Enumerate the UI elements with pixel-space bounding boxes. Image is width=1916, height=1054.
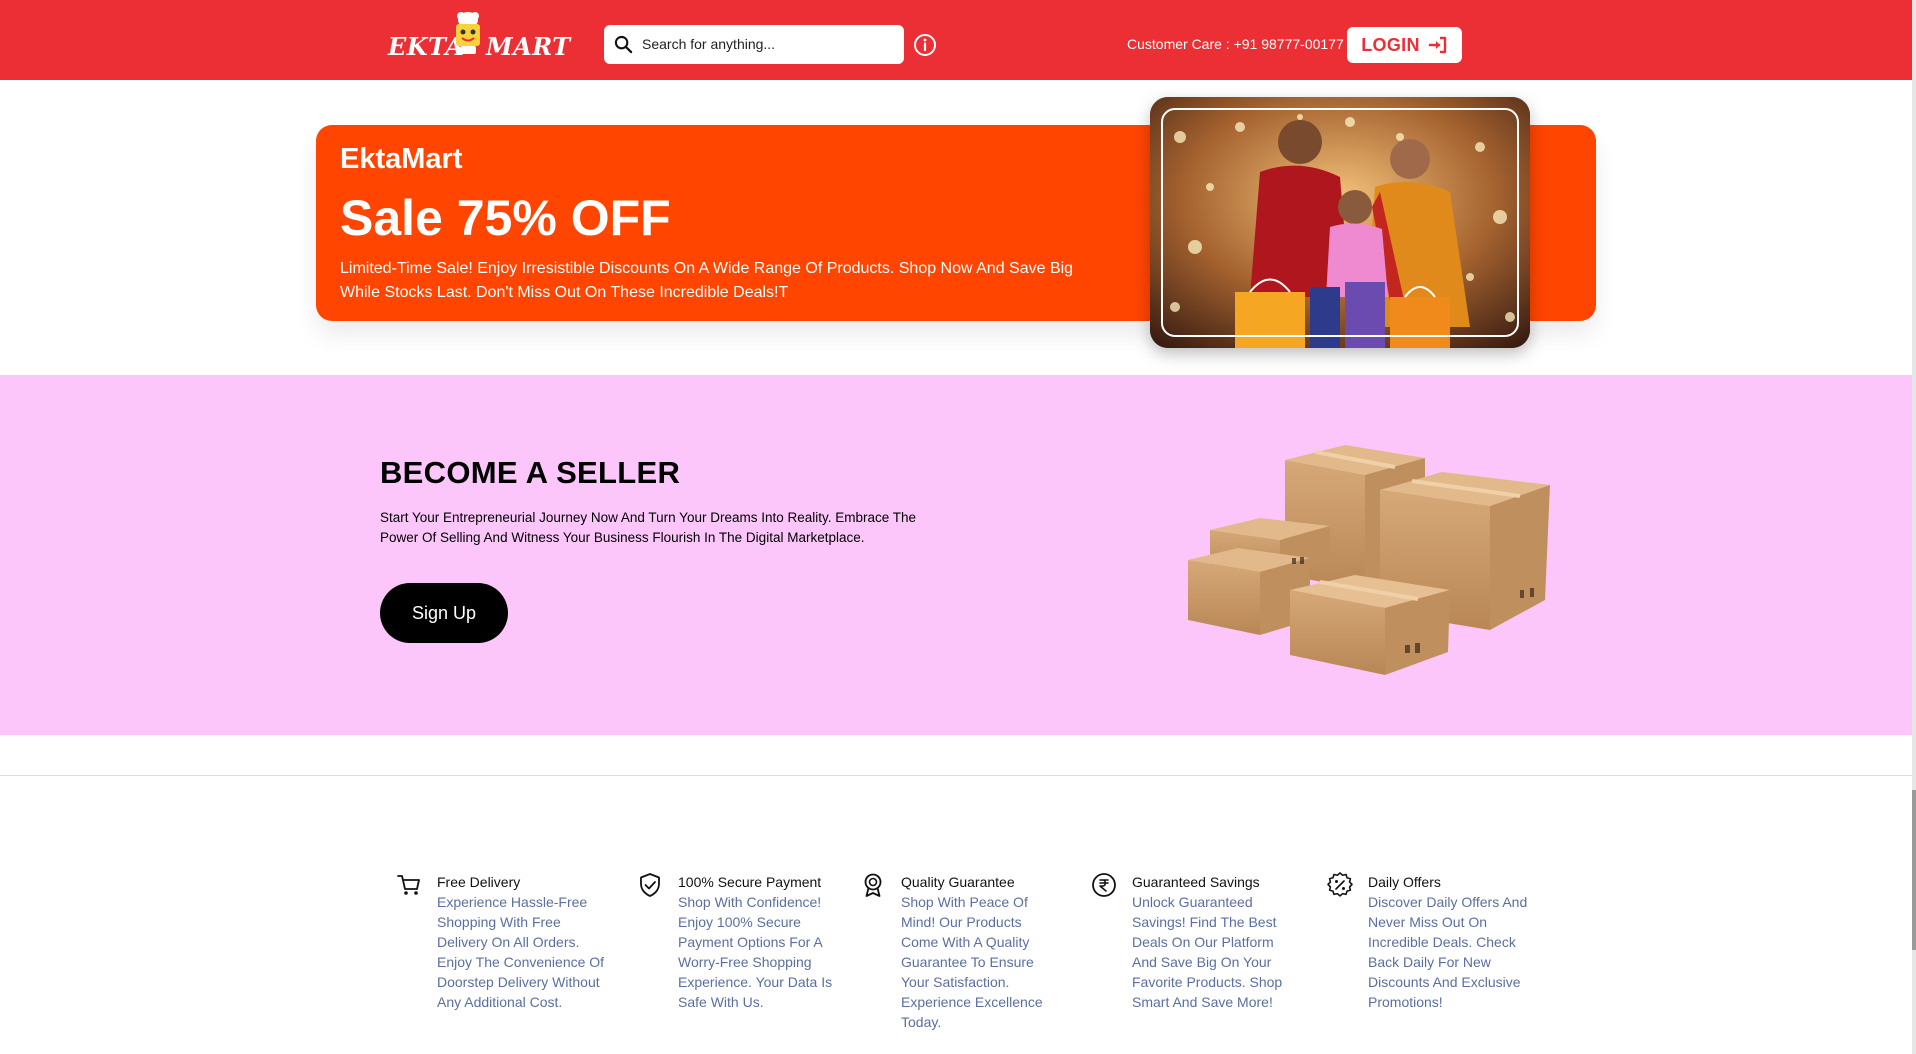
award-badge-icon [864,873,882,897]
feature-description: Discover Daily Offers And Never Miss Out… [1368,894,1528,1010]
feature-title: Guaranteed Savings [1132,874,1260,890]
search-icon [614,35,633,54]
cardboard-boxes-illustration [1188,445,1550,675]
feature-title: Quality Guarantee [901,874,1015,890]
page: EKTA MART Custom [0,0,1916,1054]
search-bar[interactable] [604,25,904,64]
cart-icon [397,875,420,895]
logo-text-right: MART [486,32,571,61]
sign-in-icon [1428,36,1446,54]
discount-icon [1327,872,1353,897]
page-scrollbar[interactable] [1912,0,1916,1054]
seller-description: Start Your Entrepreneurial Journey Now A… [380,510,917,545]
feature-description: Shop With Peace Of Mind! Our Products Co… [901,894,1043,1030]
sign-up-button[interactable]: Sign Up [380,583,508,643]
login-label: LOGIN [1361,34,1420,55]
info-icon[interactable] [913,33,937,57]
feature-title: Daily Offers [1368,874,1441,890]
login-button[interactable]: LOGIN [1347,27,1462,63]
banner-brand: EktaMart [340,143,463,175]
shield-check-icon [640,873,660,897]
logo-mascot-icon [456,12,480,54]
top-header: EKTA MART Custom [0,0,1912,80]
banner-photo-frame [1161,108,1519,337]
seller-title: BECOME A SELLER [380,455,681,490]
customer-care-text: Customer Care : +91 98777-00177 [1127,36,1344,52]
feature-description: Unlock Guaranteed Savings! Find The Best… [1132,894,1283,1010]
feature-title: 100% Secure Payment [678,874,822,890]
banner-description: Limited-Time Sale! Enjoy Irresistible Di… [340,260,1074,301]
scrollbar-thumb[interactable] [1912,790,1916,950]
feature-description: Experience Hassle-Free Shopping With Fre… [437,894,605,1010]
feature-title: Free Delivery [437,874,521,890]
feature-description: Shop With Confidence! Enjoy 100% Secure … [678,894,833,1010]
banner-family-shopping-image [1150,97,1530,348]
banner-headline: Sale 75% OFF [340,190,671,246]
become-seller-section: BECOME A SELLER Start Your Entrepreneuri… [0,375,1912,735]
ektamart-logo[interactable]: EKTA MART [388,12,570,64]
search-input[interactable] [642,31,892,57]
rupee-icon [1092,873,1116,897]
section-divider [0,775,1912,776]
